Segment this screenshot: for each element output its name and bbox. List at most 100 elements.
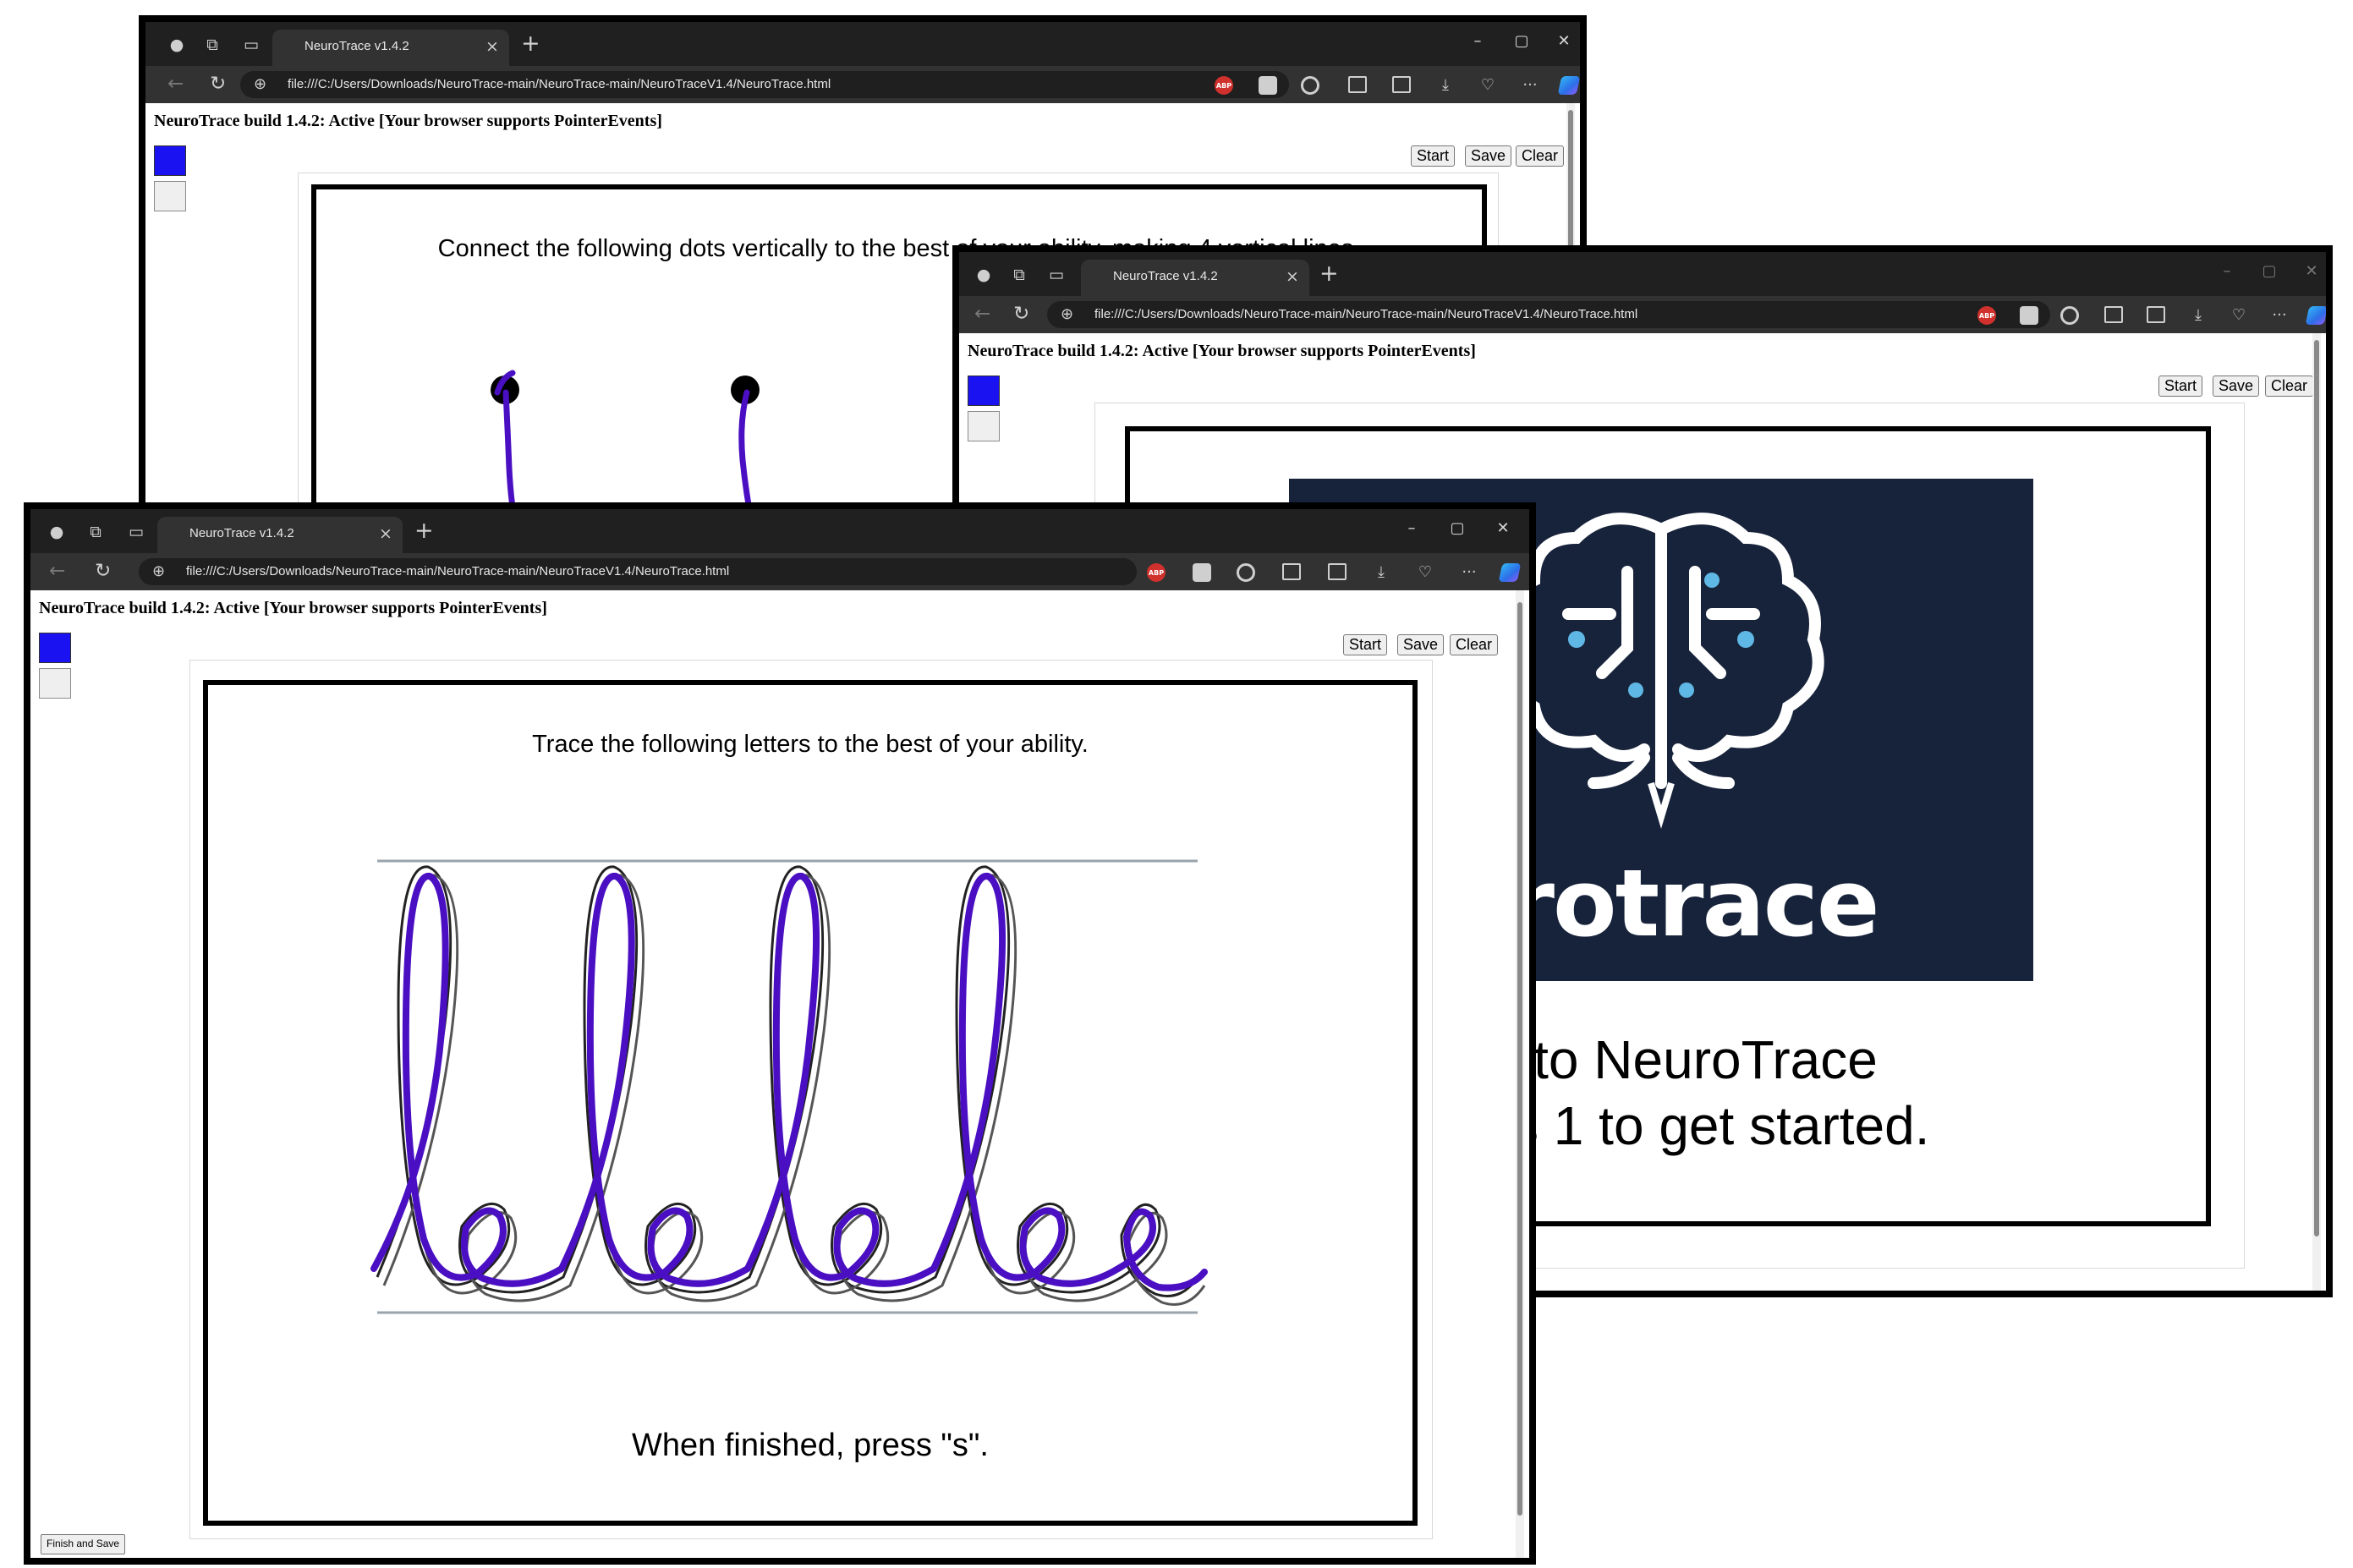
maximize-icon[interactable]: ▢ <box>2257 262 2282 280</box>
url-text: file:///C:/Users/Downloads/NeuroTrace-ma… <box>186 564 730 578</box>
address-bar[interactable]: ⊕ file:///C:/Users/Downloads/NeuroTrace-… <box>240 71 1289 98</box>
save-button[interactable]: Save <box>1397 634 1445 655</box>
browser-tab[interactable]: NeuroTrace v1.4.2 × <box>272 30 509 66</box>
start-button[interactable]: Start <box>1411 145 1456 167</box>
maximize-icon[interactable]: ▢ <box>1445 519 1470 537</box>
minimize-icon[interactable]: – <box>1399 519 1424 537</box>
minimize-icon[interactable]: – <box>2214 262 2240 280</box>
tab-bar: ● ⧉ ▭ NeuroTrace v1.4.2 × + – ▢ ✕ <box>959 252 2326 296</box>
browser-tab[interactable]: NeuroTrace v1.4.2 × <box>1081 260 1309 296</box>
eraser-swatch[interactable] <box>39 668 71 699</box>
clear-button[interactable]: Clear <box>1450 634 1499 655</box>
sync-icon[interactable] <box>1237 563 1255 582</box>
sync-icon[interactable] <box>2060 306 2079 325</box>
browser-tab[interactable]: NeuroTrace v1.4.2 × <box>157 517 403 553</box>
sync-icon[interactable] <box>1301 76 1319 95</box>
collections-icon[interactable] <box>1328 563 1347 580</box>
letters-drawing <box>370 859 1208 1314</box>
health-icon[interactable]: ♡ <box>1416 563 1434 582</box>
adblock-icon[interactable]: ABP <box>1147 563 1166 582</box>
copilot-icon[interactable] <box>1498 563 1522 582</box>
close-tab-icon[interactable]: × <box>1286 267 1299 286</box>
new-tab-icon[interactable]: + <box>414 518 434 544</box>
globe-icon: ⊕ <box>254 75 267 93</box>
url-text: file:///C:/Users/Downloads/NeuroTrace-ma… <box>288 77 831 91</box>
workspaces-icon[interactable]: ⧉ <box>1008 264 1030 286</box>
refresh-icon[interactable]: ↻ <box>210 73 226 95</box>
extension-icon[interactable] <box>1193 563 1211 582</box>
split-screen-icon[interactable] <box>2104 306 2123 323</box>
user-trace <box>370 873 1208 1291</box>
health-icon[interactable]: ♡ <box>1478 76 1497 95</box>
profile-icon[interactable]: ● <box>973 264 995 286</box>
adblock-icon[interactable]: ABP <box>1215 76 1233 95</box>
back-icon[interactable]: ← <box>974 303 990 325</box>
split-screen-icon[interactable] <box>1348 76 1367 93</box>
page-header: NeuroTrace build 1.4.2: Active [Your bro… <box>39 599 547 617</box>
url-text: file:///C:/Users/Downloads/NeuroTrace-ma… <box>1094 307 1638 321</box>
refresh-icon[interactable]: ↻ <box>1013 303 1029 325</box>
nav-bar: ← ↻ ⊕ file:///C:/Users/Downloads/NeuroTr… <box>30 553 1529 590</box>
back-icon[interactable]: ← <box>49 560 65 582</box>
start-button[interactable]: Start <box>2158 376 2203 397</box>
page-content: NeuroTrace build 1.4.2: Active [Your bro… <box>30 590 1529 1558</box>
blue-color-swatch[interactable] <box>39 633 71 663</box>
workspaces-icon[interactable]: ⧉ <box>85 521 107 543</box>
more-icon[interactable]: ··· <box>1521 76 1539 95</box>
copilot-icon[interactable] <box>1557 76 1580 95</box>
extension-icon[interactable] <box>1259 76 1277 95</box>
page-header: NeuroTrace build 1.4.2: Active [Your bro… <box>968 342 1476 360</box>
start-button[interactable]: Start <box>1343 634 1388 655</box>
close-window-icon[interactable]: ✕ <box>2299 262 2324 280</box>
extension-icon[interactable] <box>2020 306 2038 325</box>
scrollbar-thumb[interactable] <box>2314 340 2319 1236</box>
eraser-swatch[interactable] <box>968 411 1000 441</box>
address-bar[interactable]: ⊕ file:///C:/Users/Downloads/NeuroTrace-… <box>1047 301 2050 328</box>
save-button[interactable]: Save <box>1465 145 1512 167</box>
address-bar[interactable]: ⊕ file:///C:/Users/Downloads/NeuroTrace-… <box>139 558 1137 585</box>
close-window-icon[interactable]: ✕ <box>1490 519 1516 537</box>
nav-bar: ← ↻ ⊕ file:///C:/Users/Downloads/NeuroTr… <box>959 296 2326 333</box>
blue-color-swatch[interactable] <box>154 145 186 176</box>
browser-window-letters: ● ⧉ ▭ NeuroTrace v1.4.2 × + – ▢ ✕ ← ↻ ⊕ … <box>24 502 1536 1565</box>
more-icon[interactable]: ··· <box>1460 563 1478 582</box>
download-icon[interactable]: ⤓ <box>1372 563 1390 582</box>
drawing-canvas[interactable]: Trace the following letters to the best … <box>203 680 1418 1526</box>
scrollbar[interactable] <box>2312 333 2321 1291</box>
back-icon[interactable]: ← <box>167 73 184 95</box>
split-screen-icon[interactable] <box>1282 563 1301 580</box>
health-icon[interactable]: ♡ <box>2230 306 2248 325</box>
eraser-swatch[interactable] <box>154 181 186 211</box>
canvas-footer: When finished, press "s". <box>632 1428 989 1463</box>
more-icon[interactable]: ··· <box>2270 306 2289 325</box>
minimize-icon[interactable]: – <box>1465 32 1490 50</box>
profile-icon[interactable]: ● <box>166 34 188 56</box>
blue-color-swatch[interactable] <box>968 376 1000 406</box>
tab-actions-icon[interactable]: ▭ <box>240 34 262 56</box>
close-tab-icon[interactable]: × <box>485 37 499 56</box>
close-window-icon[interactable]: ✕ <box>1551 32 1577 50</box>
profile-icon[interactable]: ● <box>46 521 68 543</box>
collections-icon[interactable] <box>1392 76 1411 93</box>
maximize-icon[interactable]: ▢ <box>1509 32 1534 50</box>
scrollbar-thumb[interactable] <box>1517 602 1522 1516</box>
new-tab-icon[interactable]: + <box>1319 260 1339 287</box>
tab-actions-icon[interactable]: ▭ <box>125 521 147 543</box>
close-tab-icon[interactable]: × <box>379 524 392 543</box>
new-tab-icon[interactable]: + <box>521 30 540 57</box>
clear-button[interactable]: Clear <box>1516 145 1565 167</box>
globe-icon: ⊕ <box>152 562 166 580</box>
save-button[interactable]: Save <box>2213 376 2260 397</box>
copilot-icon[interactable] <box>2305 306 2326 325</box>
tab-actions-icon[interactable]: ▭ <box>1045 264 1067 286</box>
scrollbar[interactable] <box>1516 590 1524 1558</box>
refresh-icon[interactable]: ↻ <box>95 560 111 582</box>
collections-icon[interactable] <box>2147 306 2165 323</box>
download-icon[interactable]: ⤓ <box>2189 306 2208 325</box>
tab-title: NeuroTrace v1.4.2 <box>304 39 409 53</box>
adblock-icon[interactable]: ABP <box>1977 306 1996 325</box>
workspaces-icon[interactable]: ⧉ <box>201 34 223 56</box>
download-icon[interactable]: ⤓ <box>1436 76 1455 95</box>
clear-button[interactable]: Clear <box>2265 376 2314 397</box>
finish-and-save-button[interactable]: Finish and Save <box>41 1534 126 1554</box>
